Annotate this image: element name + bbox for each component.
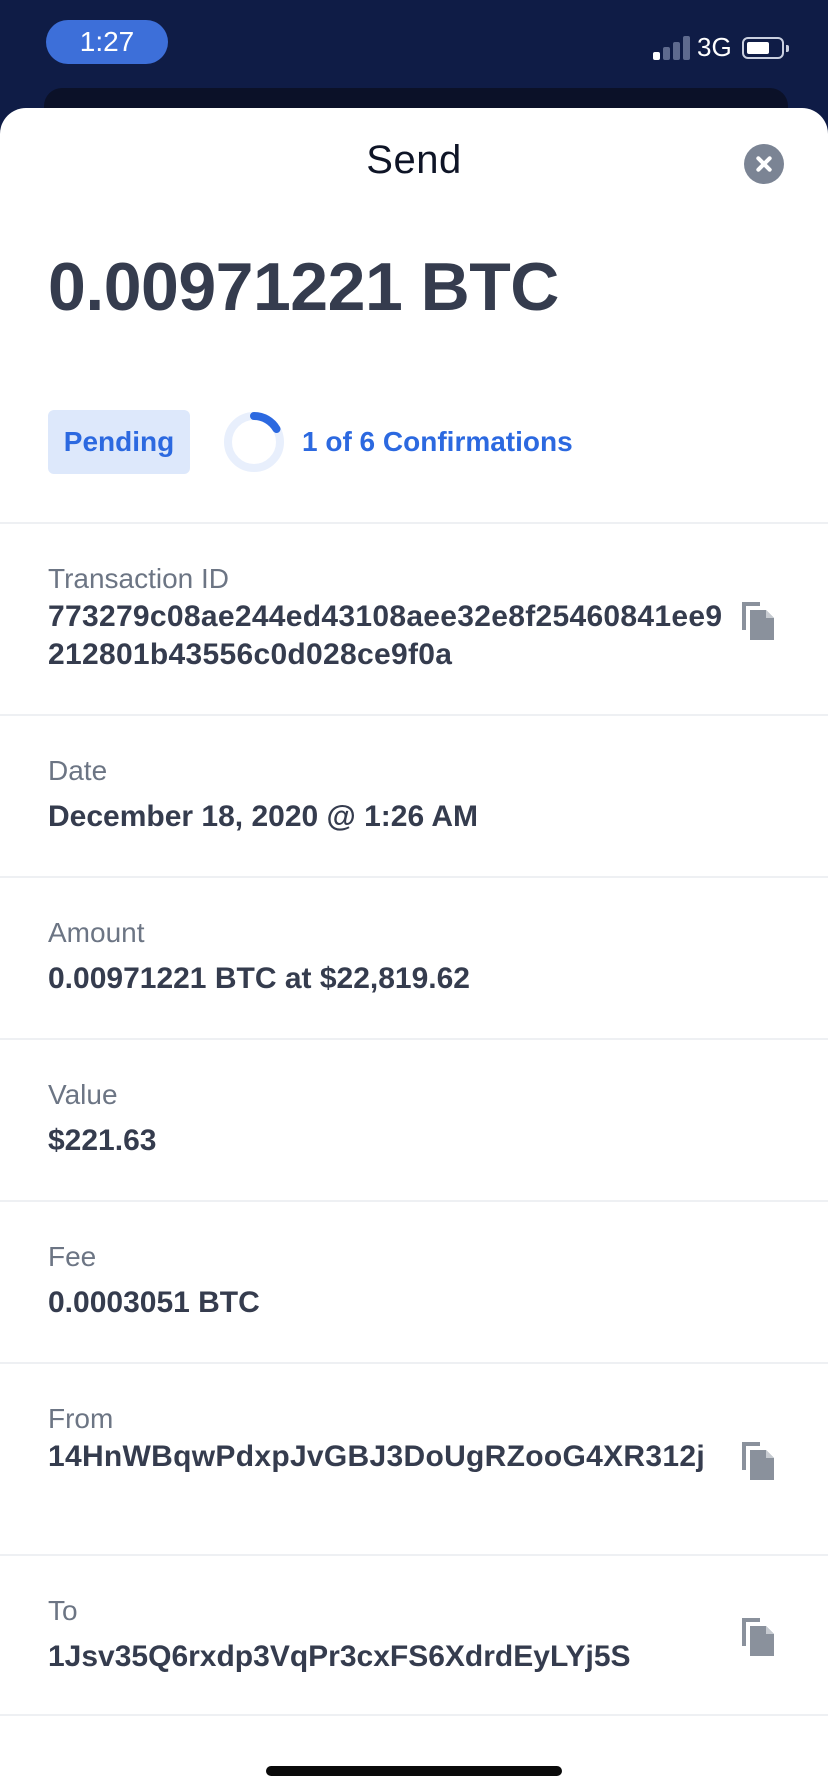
status-badge: Pending: [48, 410, 190, 474]
transaction-id-value[interactable]: 773279c08ae244ed43108aee32e8f25460841ee9…: [48, 598, 728, 674]
copy-icon[interactable]: [738, 598, 778, 642]
confirmation-progress-icon: [224, 412, 284, 472]
divider: [0, 1554, 828, 1556]
field-to: To 1Jsv35Q6rxdp3VqPr3cxFS6XdrdEyLYj5S: [48, 1594, 728, 1676]
field-label: From: [48, 1403, 114, 1434]
field-label: Value: [48, 1079, 118, 1110]
field-fee: Fee 0.0003051 BTC: [48, 1240, 728, 1322]
copy-icon[interactable]: [738, 1614, 778, 1658]
date-value: December 18, 2020 @ 1:26 AM: [48, 800, 479, 833]
copy-icon[interactable]: [738, 1438, 778, 1482]
field-value: Value $221.63: [48, 1078, 728, 1160]
divider: [0, 714, 828, 716]
to-address-value[interactable]: 1Jsv35Q6rxdp3VqPr3cxFS6XdrdEyLYj5S: [48, 1638, 728, 1676]
network-type: 3G: [697, 32, 732, 62]
amount-value: 0.00971221 BTC at $22,819.62: [48, 962, 470, 995]
field-label: To: [48, 1595, 78, 1626]
divider: [0, 1714, 828, 1716]
field-label: Date: [48, 755, 108, 786]
divider: [0, 522, 828, 524]
signal-strength-icon: [653, 36, 691, 60]
field-from: From 14HnWBqwPdxpJvGBJ3DoUgRZooG4XR312j: [48, 1402, 728, 1476]
home-indicator[interactable]: [266, 1766, 562, 1776]
divider: [0, 876, 828, 878]
divider: [0, 1362, 828, 1364]
status-row: Pending 1 of 6 Confirmations: [48, 410, 808, 474]
field-amount: Amount 0.00971221 BTC at $22,819.62: [48, 916, 728, 998]
value-value: $221.63: [48, 1124, 157, 1157]
battery-icon: [742, 37, 789, 59]
field-label: Fee: [48, 1241, 97, 1272]
transaction-sheet: Send 0.00971221 BTC Pending 1 of 6 Confi…: [0, 108, 828, 1792]
sheet-title: Send: [366, 138, 462, 182]
field-transaction-id: Transaction ID 773279c08ae244ed43108aee3…: [48, 562, 728, 674]
divider: [0, 1038, 828, 1040]
field-label: Transaction ID: [48, 563, 230, 594]
field-date: Date December 18, 2020 @ 1:26 AM: [48, 754, 728, 836]
transaction-amount: 0.00971221 BTC: [48, 249, 559, 325]
divider: [0, 1200, 828, 1202]
confirmations-text: 1 of 6 Confirmations: [302, 426, 573, 457]
field-label: Amount: [48, 917, 145, 948]
close-button[interactable]: [744, 144, 784, 184]
from-address-value[interactable]: 14HnWBqwPdxpJvGBJ3DoUgRZooG4XR312j: [48, 1438, 728, 1476]
status-time[interactable]: 1:27: [46, 20, 168, 64]
fee-value: 0.0003051 BTC: [48, 1286, 260, 1319]
